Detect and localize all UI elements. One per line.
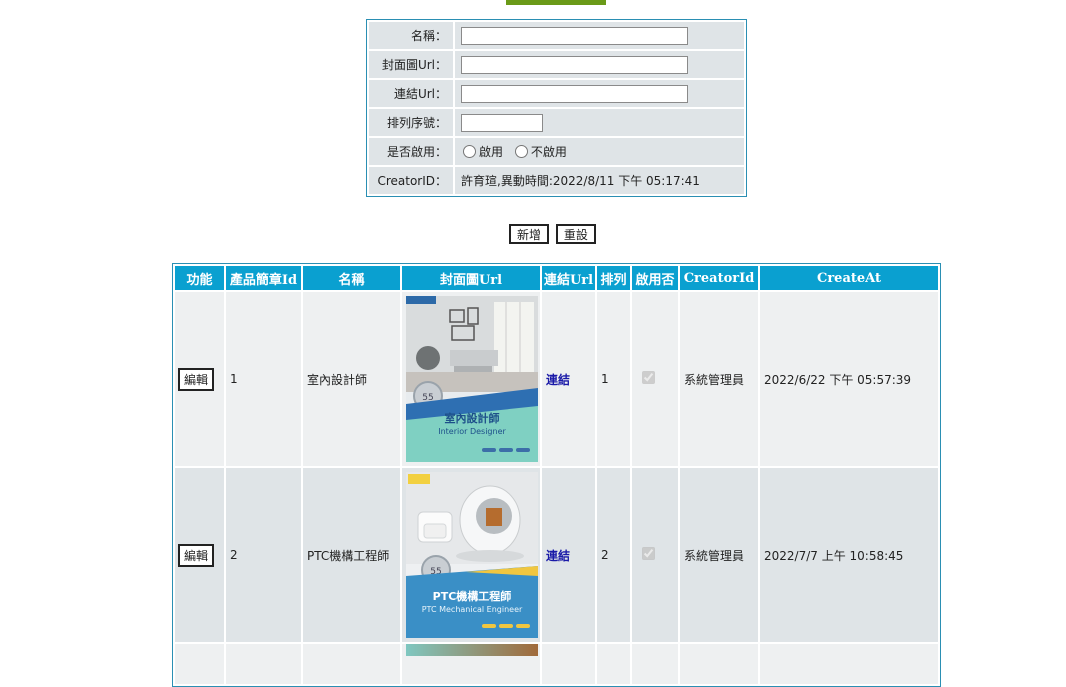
- row-enabled-checkbox: [642, 371, 655, 384]
- name-label: 名稱：: [369, 22, 453, 49]
- row-id: 2: [226, 468, 301, 642]
- link-url-label: 連結Url：: [369, 80, 453, 107]
- row-name: 室內設計師: [303, 292, 400, 466]
- header-cover-url[interactable]: 封面圖Url: [402, 266, 540, 290]
- header-name[interactable]: 名稱: [303, 266, 400, 290]
- cover-title: 室內設計師: [445, 411, 500, 425]
- row-name: PTC機構工程師: [303, 468, 400, 642]
- header-creator[interactable]: CreatorId: [680, 266, 758, 290]
- row-id: 1: [226, 292, 301, 466]
- table-row: 編輯 2 PTC機構工程師 55 PTC機構工程師 PTC Mechanical…: [175, 468, 938, 642]
- row-enabled-checkbox: [642, 547, 655, 560]
- form-row-enabled: 是否啟用： 啟用 不啟用: [369, 138, 744, 165]
- enabled-label: 是否啟用：: [369, 138, 453, 165]
- table-row: 編輯 1 室內設計師 55 室內設計師 Interior Designer 連結…: [175, 292, 938, 466]
- radio-disabled-option[interactable]: 不啟用: [513, 143, 567, 160]
- row-order: 1: [597, 292, 630, 466]
- edit-button[interactable]: 編輯: [178, 543, 215, 567]
- form-row-link: 連結Url：: [369, 80, 744, 107]
- cover-subtitle: Interior Designer: [438, 427, 506, 436]
- row-order: 2: [597, 468, 630, 642]
- cover-image: 55 室內設計師 Interior Designer: [406, 296, 538, 462]
- form-row-cover: 封面圖Url：: [369, 51, 744, 78]
- form-row-creator: CreatorID： 許育瑄,異動時間:2022/8/11 下午 05:17:4…: [369, 167, 744, 194]
- row-creator: 系統管理員: [680, 468, 758, 642]
- row-created-at: 2022/6/22 下午 05:57:39: [760, 292, 938, 466]
- radio-disabled[interactable]: [514, 144, 528, 158]
- header-created-at[interactable]: CreateAt: [760, 266, 938, 290]
- row-creator: 系統管理員: [680, 292, 758, 466]
- cover-image: [406, 644, 538, 656]
- add-button[interactable]: 新增: [509, 224, 550, 244]
- radio-enabled-label: 啟用: [479, 144, 504, 159]
- header-action[interactable]: 功能: [175, 266, 224, 290]
- data-table: 功能 產品簡章Id 名稱 封面圖Url 連結Url 排列 啟用否 Creator…: [172, 263, 941, 687]
- header-link-url[interactable]: 連結Url: [542, 266, 595, 290]
- radio-disabled-label: 不啟用: [530, 144, 567, 159]
- cover-subtitle: PTC Mechanical Engineer: [422, 605, 523, 614]
- creator-label: CreatorID：: [369, 167, 453, 194]
- order-label: 排列序號：: [369, 109, 453, 136]
- top-banner: [506, 0, 606, 5]
- radio-enabled[interactable]: [463, 144, 476, 158]
- name-input[interactable]: [461, 26, 688, 45]
- form-row-order: 排列序號：: [369, 109, 744, 136]
- table-header-row: 功能 產品簡章Id 名稱 封面圖Url 連結Url 排列 啟用否 Creator…: [175, 266, 938, 290]
- row-link[interactable]: 連結: [546, 373, 570, 387]
- form-buttons: 新增 重設: [509, 224, 599, 244]
- header-id[interactable]: 產品簡章Id: [226, 266, 301, 290]
- link-url-input[interactable]: [461, 84, 688, 103]
- header-enabled[interactable]: 啟用否: [632, 266, 678, 290]
- cover-url-label: 封面圖Url：: [369, 51, 453, 78]
- table-row: [175, 644, 938, 684]
- order-input[interactable]: [461, 113, 543, 132]
- edit-button[interactable]: 編輯: [178, 367, 215, 391]
- row-link[interactable]: 連結: [546, 549, 570, 563]
- row-created-at: 2022/7/7 上午 10:58:45: [760, 468, 938, 642]
- form-row-name: 名稱：: [369, 22, 744, 49]
- cover-title: PTC機構工程師: [433, 589, 512, 603]
- radio-enabled-option[interactable]: 啟用: [461, 143, 503, 160]
- cover-image: 55 PTC機構工程師 PTC Mechanical Engineer: [406, 472, 538, 638]
- reset-button[interactable]: 重設: [555, 224, 596, 244]
- header-order[interactable]: 排列: [597, 266, 630, 290]
- edit-form: 名稱： 封面圖Url： 連結Url： 排列序號： 是否啟用： 啟用 不啟用 Cr…: [366, 19, 747, 197]
- creator-value: 許育瑄,異動時間:2022/8/11 下午 05:17:41: [455, 167, 744, 194]
- cover-url-input[interactable]: [461, 55, 688, 74]
